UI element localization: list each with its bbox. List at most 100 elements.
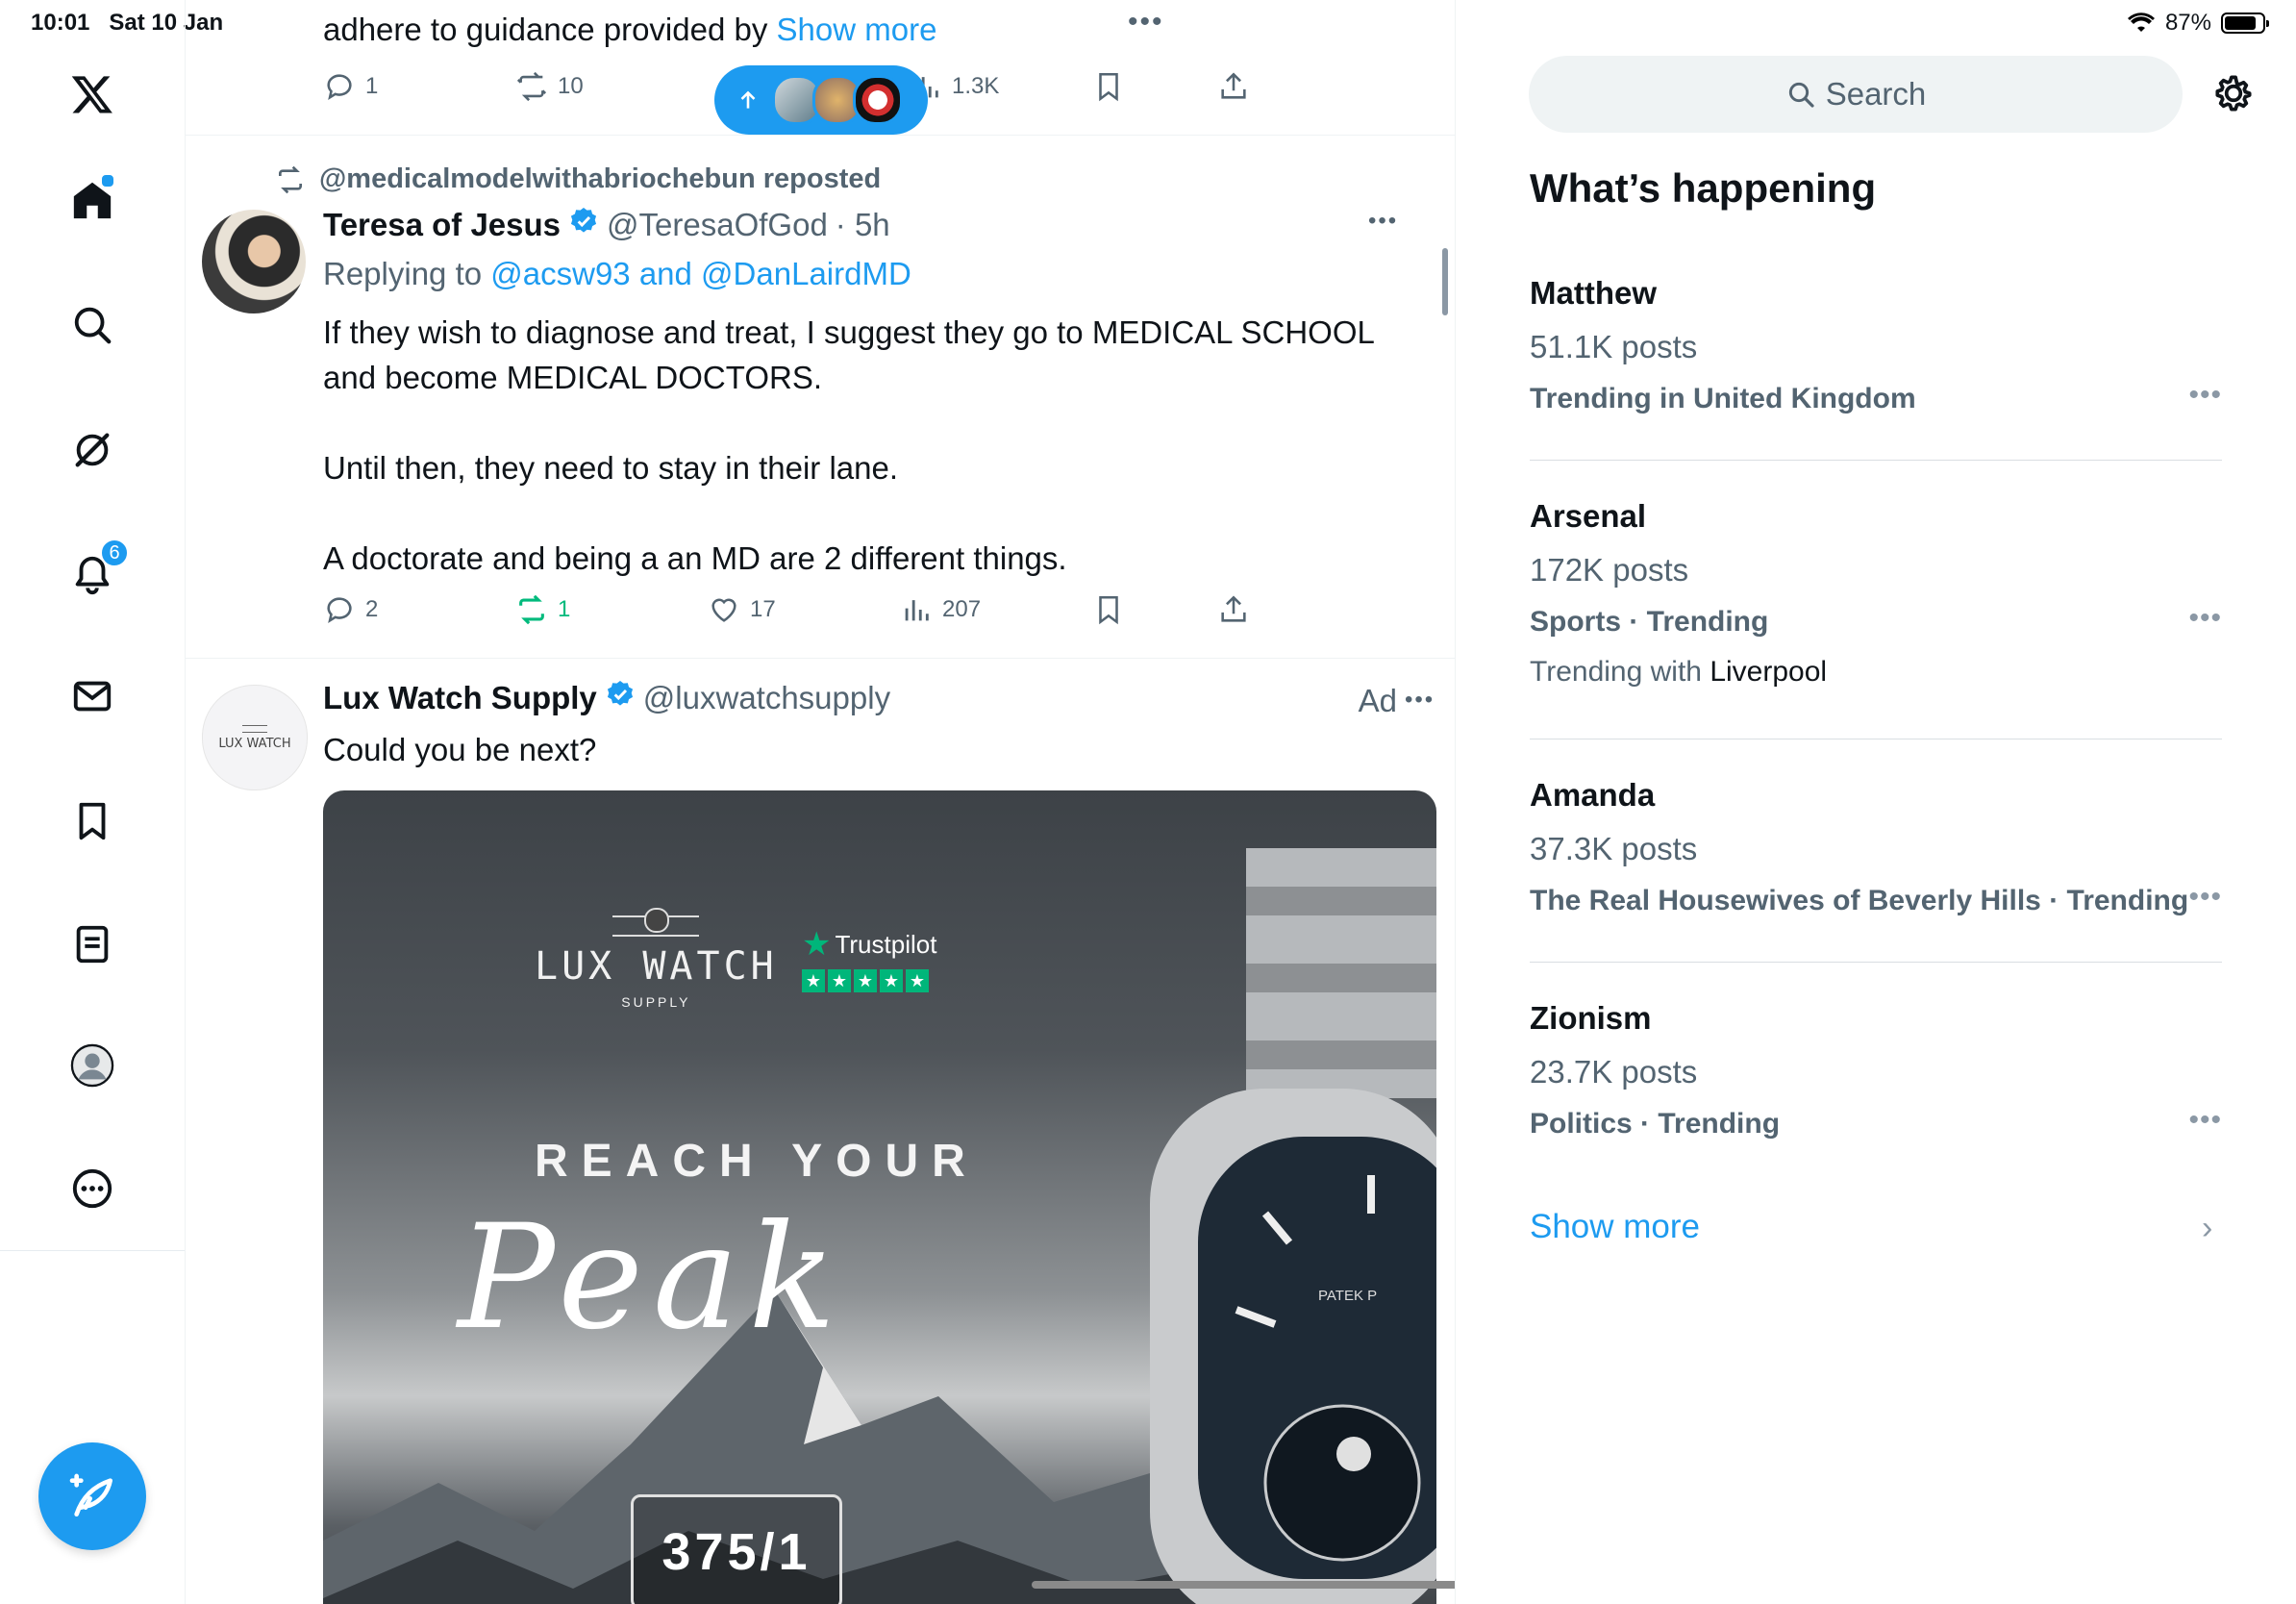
repost-icon: [519, 594, 544, 625]
ad-label: Ad: [1358, 683, 1397, 718]
show-more-link[interactable]: Show more: [1530, 1208, 1700, 1246]
trend-menu-icon[interactable]: •••: [2188, 602, 2222, 635]
ad-headline: REACH YOUR: [535, 1136, 979, 1187]
vertical-scrollbar[interactable]: [1442, 248, 1448, 315]
repost-icon: [279, 165, 302, 193]
show-more-link[interactable]: Show more: [777, 12, 937, 47]
new-post-avatar: [853, 75, 903, 125]
trend-posts: 172K posts: [1530, 552, 1689, 588]
horizontal-scrollbar[interactable]: [1032, 1581, 1455, 1589]
share-button[interactable]: [1217, 70, 1250, 103]
trend-context: Sports · Trending: [1530, 606, 1769, 638]
tweet-menu-icon[interactable]: •••: [1368, 208, 1398, 235]
lux-logo-mark: [612, 908, 700, 937]
repost-icon: [516, 71, 547, 102]
tweet-menu-icon[interactable]: •••: [1405, 687, 1435, 714]
author-handle[interactable]: @luxwatchsupply: [643, 680, 890, 716]
lists-icon[interactable]: [62, 914, 123, 975]
reply-button[interactable]: 2: [323, 593, 378, 626]
trend-menu-icon[interactable]: •••: [2188, 881, 2222, 914]
reply-icon: [327, 74, 352, 101]
share-icon: [1221, 595, 1246, 622]
avatar[interactable]: LUX WATCH: [202, 685, 308, 790]
search-icon: [1788, 82, 1814, 108]
trend-name: Zionism: [1530, 1000, 1652, 1036]
tweet-separator: [186, 135, 1455, 136]
views-count: 207: [942, 596, 982, 622]
watch-brand: PATEK P: [1318, 1288, 1377, 1304]
bookmark-button[interactable]: [1092, 593, 1125, 626]
tweet-text-partial: adhere to guidance provided by Show more: [323, 12, 936, 48]
compose-button[interactable]: [38, 1442, 146, 1550]
nav-divider: [0, 1250, 185, 1251]
tweet-header: Lux Watch Supply @luxwatchsupply: [323, 679, 890, 717]
share-icon: [1221, 72, 1246, 99]
more-icon[interactable]: [62, 1158, 123, 1219]
notifications-icon[interactable]: 6: [62, 539, 129, 606]
trend-item[interactable]: Matthew 51.1K posts Trending in United K…: [1530, 275, 2222, 415]
trend-menu-icon[interactable]: •••: [2188, 379, 2222, 412]
trend-name: Matthew: [1530, 275, 1657, 311]
search-placeholder: Search: [1825, 76, 1927, 112]
trend-posts: 51.1K posts: [1530, 329, 1698, 364]
bookmark-button[interactable]: [1092, 70, 1125, 103]
trustpilot-star-icon: ★: [802, 926, 832, 963]
tweet-text: If they wish to diagnose and treat, I su…: [323, 314, 1374, 576]
compose-feather-icon: [69, 1473, 112, 1516]
bookmark-icon: [1099, 595, 1118, 625]
bookmark-icon: [1099, 72, 1118, 102]
ad-image[interactable]: LUX WATCH SUPPLY ★ Trustpilot ★ ★ ★ ★ ★ REACH…: [323, 790, 1436, 1604]
grok-icon[interactable]: [62, 419, 123, 481]
home-icon[interactable]: [62, 169, 123, 231]
left-nav: 6: [0, 0, 186, 1604]
trend-menu-icon[interactable]: •••: [2188, 1104, 2222, 1137]
bookmarks-icon[interactable]: [62, 790, 123, 852]
trending-with-topic[interactable]: Liverpool: [1710, 656, 1827, 688]
like-button[interactable]: 17: [708, 593, 776, 626]
arrow-up-icon: [740, 90, 756, 109]
views-button[interactable]: 207: [900, 593, 981, 626]
trend-item[interactable]: Amanda 37.3K posts The Real Housewives o…: [1530, 777, 2222, 917]
repost-by[interactable]: @medicalmodelwithabriochebun reposted: [319, 163, 881, 195]
search-icon[interactable]: [62, 294, 123, 356]
tweet-text: Could you be next?: [323, 732, 597, 767]
settings-gear-icon[interactable]: [2209, 69, 2258, 117]
trend-separator: [1530, 962, 2222, 963]
messages-icon[interactable]: [62, 665, 123, 727]
right-sidebar: Search What’s happening Matthew 51.1K po…: [1456, 0, 2296, 1604]
logo-title: LUX WATCH: [535, 944, 778, 989]
author-handle[interactable]: @TeresaOfGod: [607, 207, 828, 243]
reply-button[interactable]: 1: [323, 70, 378, 103]
author-name[interactable]: Teresa of Jesus: [323, 207, 561, 243]
section-title: What’s happening: [1530, 165, 1877, 211]
avatar[interactable]: [202, 210, 306, 313]
replying-to-users[interactable]: @acsw93 and @DanLairdMD: [490, 256, 911, 291]
reply-icon: [327, 597, 352, 624]
x-logo-icon[interactable]: [62, 63, 123, 125]
author-name[interactable]: Lux Watch Supply: [323, 680, 597, 716]
trending-with: Trending with Liverpool: [1530, 656, 2222, 689]
repost-button[interactable]: 10: [515, 70, 584, 103]
heart-icon: [711, 598, 736, 622]
trend-posts: 37.3K posts: [1530, 831, 1698, 866]
trend-item[interactable]: Zionism 23.7K posts Politics · Trending …: [1530, 1000, 2222, 1140]
repost-count: 1: [558, 596, 571, 622]
profile-icon[interactable]: [62, 1035, 123, 1096]
views-icon: [905, 600, 929, 621]
share-button[interactable]: [1217, 593, 1250, 626]
timeline[interactable]: adhere to guidance provided by Show more…: [186, 0, 1456, 1604]
tweet-actions: 2 1 17 207: [323, 590, 1429, 629]
tweet-text: adhere to guidance provided by: [323, 12, 777, 47]
trend-item[interactable]: Arsenal 172K posts Sports · Trending Tre…: [1530, 498, 2222, 689]
trend-context: Trending in United Kingdom: [1530, 383, 1916, 414]
tweet-menu-icon[interactable]: •••: [1128, 6, 1164, 38]
repost-button[interactable]: 1: [515, 593, 570, 626]
replying-prefix: Replying to: [323, 256, 491, 291]
ad-script-text: Peak: [458, 1194, 846, 1362]
notifications-badge: 6: [100, 539, 129, 567]
search-input[interactable]: Search: [1529, 56, 2183, 133]
new-posts-pill[interactable]: [714, 65, 928, 135]
home-unread-dot: [100, 173, 115, 188]
reply-count: 1: [365, 73, 379, 99]
repost-count: 10: [558, 73, 584, 99]
